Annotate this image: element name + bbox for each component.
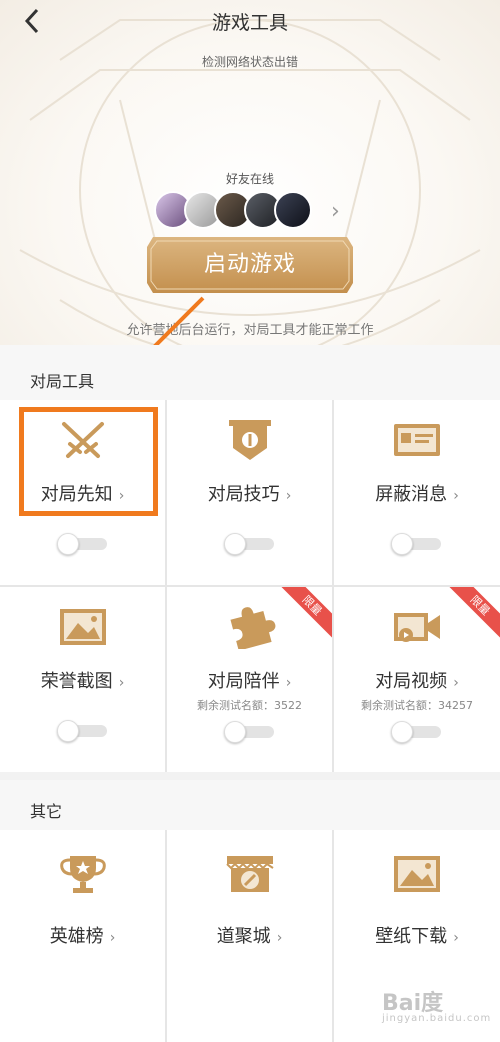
video-camera-icon <box>394 613 440 642</box>
tool-label: 对局技巧 <box>207 484 280 505</box>
tool-toggle[interactable] <box>391 721 443 743</box>
other-hero-rank[interactable]: 英雄榜 › <box>0 830 165 1042</box>
tool-honor-screenshot[interactable]: 荣誉截图 › <box>0 587 165 772</box>
other-label: 道聚城 <box>216 926 271 947</box>
wallpaper-icon <box>394 856 440 892</box>
start-game-button-wrap[interactable]: 启动游戏 <box>147 237 353 293</box>
tool-block-messages[interactable]: 屏蔽消息 › <box>334 400 500 585</box>
puzzle-icon <box>229 607 275 649</box>
start-game-button[interactable]: 启动游戏 <box>147 237 353 293</box>
chevron-right-icon: › <box>276 930 283 946</box>
section-title-tools: 对局工具 <box>30 372 95 391</box>
network-status-text: 检测网络状态出错 <box>201 55 298 69</box>
tool-toggle[interactable] <box>391 533 443 555</box>
crossed-swords-icon <box>61 422 104 458</box>
chevron-right-icon: › <box>285 675 292 691</box>
tool-match-prophet[interactable]: 对局先知 › <box>0 400 165 585</box>
chevron-right-icon: › <box>453 488 459 504</box>
shop-icon <box>225 856 274 892</box>
chevron-right-icon: › <box>118 675 125 691</box>
limited-badge: 限量 <box>448 587 500 639</box>
friends-avatar-list[interactable] <box>154 191 334 231</box>
other-label: 英雄榜 <box>49 926 104 947</box>
tool-match-video[interactable]: 限量 对局视频 › 剩余测试名额：34257 <box>334 587 500 772</box>
chevron-right-icon: › <box>118 488 125 504</box>
other-item-mall[interactable]: 道聚城 › <box>167 830 332 1042</box>
tool-toggle[interactable] <box>223 721 276 743</box>
tool-toggle[interactable] <box>56 720 109 742</box>
tool-match-companion[interactable]: 限量 对局陪伴 › 剩余测试名额：3522 <box>167 587 332 772</box>
trophy-icon <box>59 856 106 893</box>
limited-badge: 限量 <box>280 587 332 639</box>
other-label: 壁纸下载 <box>375 926 448 947</box>
hero-banner: 游戏工具 检测网络状态出错 好友在线 › 启动游戏 允许营地后台运行，对局工具才… <box>0 0 500 345</box>
tool-label: 屏蔽消息 <box>375 484 448 505</box>
chevron-right-icon: › <box>285 488 292 504</box>
tool-toggle[interactable] <box>56 533 109 555</box>
chevron-right-icon: › <box>109 930 116 946</box>
friends-online-label: 好友在线 <box>225 172 274 186</box>
tool-label: 对局先知 <box>40 484 113 505</box>
tool-toggle[interactable] <box>223 533 276 555</box>
remaining-quota-text: 剩余测试名额：34257 <box>361 699 473 712</box>
background-run-hint: 允许营地后台运行，对局工具才能正常工作 <box>126 323 374 338</box>
friend-avatar[interactable] <box>274 191 312 229</box>
tool-label: 荣誉截图 <box>40 671 113 692</box>
tool-label: 对局视频 <box>375 671 448 692</box>
section-title-other: 其它 <box>30 802 63 821</box>
picture-icon <box>59 609 106 645</box>
section-header <box>0 780 500 830</box>
page-title: 游戏工具 <box>211 12 288 34</box>
baidu-watermark: Bai度 jingyan.baidu.com <box>382 991 492 1024</box>
tool-label: 对局陪伴 <box>207 671 280 692</box>
chevron-right-icon: › <box>453 930 459 946</box>
message-card-icon <box>394 424 440 456</box>
banner-shield-icon <box>228 420 271 460</box>
tools-grid: 对局先知 › 对局技巧 › 屏蔽消息 › 荣誉截图 › 限量 对局陪伴 › 剩余… <box>0 400 500 772</box>
tool-match-tips[interactable]: 对局技巧 › <box>167 400 332 585</box>
friends-more-chevron-icon[interactable]: › <box>331 199 340 224</box>
chevron-right-icon: › <box>453 675 459 691</box>
remaining-quota-text: 剩余测试名额：3522 <box>197 699 302 712</box>
